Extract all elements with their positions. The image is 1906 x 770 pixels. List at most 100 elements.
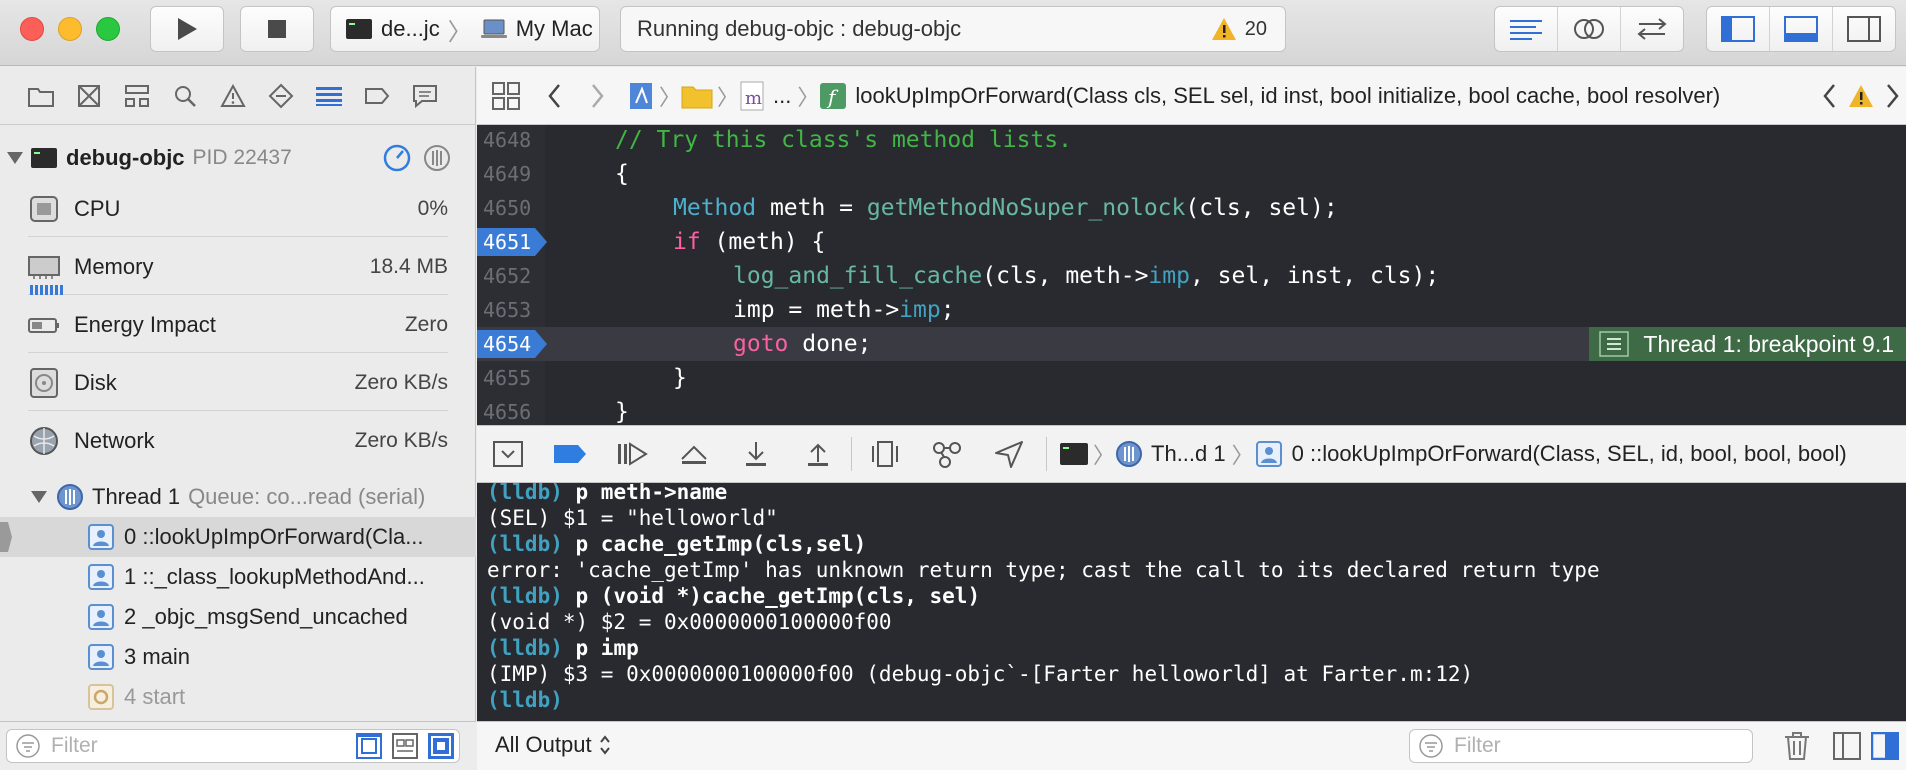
energy-gauge[interactable]: Energy Impact Zero xyxy=(28,297,448,353)
user-frame-icon xyxy=(88,524,114,550)
next-issue-chevron-icon[interactable] xyxy=(1882,82,1902,110)
network-gauge[interactable]: Network Zero KB/s xyxy=(28,413,448,469)
forward-chevron-icon[interactable] xyxy=(587,82,607,110)
console-input-line[interactable]: (lldb) xyxy=(487,687,563,713)
step-over-icon xyxy=(681,445,707,464)
find-navigator-tab[interactable] xyxy=(170,81,200,111)
zoom-window-button[interactable] xyxy=(96,17,120,41)
thread-queue-toggle-icon[interactable] xyxy=(422,143,452,173)
continue-button[interactable] xyxy=(601,425,663,483)
toggle-breakpoints-button[interactable] xyxy=(539,425,601,483)
disclosure-triangle-down-icon[interactable] xyxy=(30,489,48,505)
code-line[interactable]: 4651 if (meth) { xyxy=(477,225,1906,259)
line-number: 4652 xyxy=(483,264,532,288)
code-line[interactable]: 4655 } xyxy=(477,361,1906,395)
toggle-debug-area-button[interactable] xyxy=(1770,7,1833,51)
warnings-indicator[interactable]: 20 xyxy=(1211,17,1267,41)
breakpoint-annotation-badge[interactable]: Thread 1: breakpoint 9.1 xyxy=(1589,327,1906,361)
filter-crashed-threads-icon[interactable] xyxy=(355,732,383,760)
scheme-destination-selector[interactable]: de...jc 〉 My Mac xyxy=(330,6,600,52)
code-line[interactable]: 4656 } xyxy=(477,395,1906,425)
back-chevron-icon[interactable] xyxy=(545,82,565,110)
code-line[interactable]: 4653 imp = meth->imp; xyxy=(477,293,1906,327)
stack-frame-row[interactable]: 0 ::lookUpImpOrForward(Cla... xyxy=(0,517,476,557)
memory-graph-button[interactable] xyxy=(916,425,978,483)
code-line[interactable]: 4650 Method meth = getMethodNoSuper_nolo… xyxy=(477,191,1906,225)
standard-editor-button[interactable] xyxy=(1495,7,1558,51)
source-control-navigator-tab[interactable] xyxy=(74,81,104,111)
run-button[interactable] xyxy=(150,6,224,52)
m-source-file-icon[interactable]: m xyxy=(739,81,765,111)
filter-frames-icon[interactable] xyxy=(427,732,455,760)
project-file-icon[interactable] xyxy=(627,81,655,111)
warning-icon[interactable] xyxy=(1848,84,1874,108)
symbol-navigator-tab[interactable] xyxy=(122,81,152,111)
stack-frame-row[interactable]: 1 ::_class_lookupMethodAnd... xyxy=(0,557,476,597)
console-filter-input[interactable]: Filter xyxy=(1409,729,1753,763)
debug-thread-label[interactable]: Th...d 1 xyxy=(1151,441,1226,467)
console-command-line: (lldb) p meth->name xyxy=(487,483,728,504)
terminal-app-icon[interactable] xyxy=(1059,441,1089,467)
process-pid: PID 22437 xyxy=(192,146,292,169)
filter-threads-icon[interactable] xyxy=(391,732,419,760)
search-icon xyxy=(175,85,196,107)
line-number: 4653 xyxy=(483,298,532,322)
hide-debug-area-button[interactable] xyxy=(477,425,539,483)
code-line[interactable]: 4652 log_and_fill_cache(cls, meth->imp, … xyxy=(477,259,1906,293)
minimize-window-button[interactable] xyxy=(58,17,82,41)
close-window-button[interactable] xyxy=(20,17,44,41)
toggle-navigator-button[interactable] xyxy=(1707,7,1770,51)
simulate-location-button[interactable] xyxy=(978,425,1040,483)
disclosure-triangle-down-icon[interactable] xyxy=(6,150,24,166)
code-line[interactable]: 4648 // Try this class's method lists. xyxy=(477,125,1906,157)
gauge-name: Disk xyxy=(74,369,117,395)
trash-icon[interactable] xyxy=(1783,731,1811,761)
breakpoint-tag-icon xyxy=(554,445,586,463)
show-console-view-icon[interactable] xyxy=(1871,732,1899,760)
path-ellipsis[interactable]: ... xyxy=(773,83,791,109)
group-folder-icon[interactable] xyxy=(681,82,713,110)
stop-button[interactable] xyxy=(240,6,314,52)
step-over-button[interactable] xyxy=(663,425,725,483)
assistant-editor-button[interactable] xyxy=(1558,7,1621,51)
stack-frame-row[interactable]: 2 _objc_msgSend_uncached xyxy=(0,597,476,637)
path-separator-icon: 〉 xyxy=(717,84,740,110)
related-items-icon[interactable] xyxy=(491,81,523,111)
toggle-inspector-button[interactable] xyxy=(1833,7,1895,51)
view-hierarchy-button[interactable] xyxy=(854,425,916,483)
stack-frame-row[interactable]: 3 main xyxy=(0,637,476,677)
gauge-options-icon[interactable] xyxy=(382,143,412,173)
lldb-console[interactable]: (lldb) p meth->name (SEL) $1 = "hellowor… xyxy=(477,483,1906,721)
breakpoint-label: Thread 1: breakpoint 9.1 xyxy=(1643,330,1894,357)
console-bottom-bar: All Output Filter xyxy=(477,721,1906,770)
memory-graph-icon xyxy=(933,442,961,468)
test-navigator-tab[interactable] xyxy=(266,81,296,111)
view-toggle-group xyxy=(1706,6,1896,52)
debug-navigator-tab[interactable] xyxy=(314,81,344,111)
output-selector-popup[interactable]: All Output xyxy=(495,732,612,758)
step-out-button[interactable] xyxy=(787,425,849,483)
navigator-filter-bar: Filter xyxy=(0,721,476,770)
show-variables-view-icon[interactable] xyxy=(1833,732,1861,760)
source-editor[interactable]: 4648 // Try this class's method lists. 4… xyxy=(477,125,1906,425)
cpu-gauge[interactable]: CPU 0% xyxy=(28,181,448,237)
breakpoint-navigator-tab[interactable] xyxy=(362,81,392,111)
disk-gauge[interactable]: Disk Zero KB/s xyxy=(28,355,448,411)
issue-navigator-tab[interactable] xyxy=(218,81,248,111)
step-into-button[interactable] xyxy=(725,425,787,483)
stack-frame-row[interactable]: 4 start xyxy=(0,677,476,717)
version-editor-button[interactable] xyxy=(1621,7,1683,51)
thread-name: Thread 1 xyxy=(92,484,181,509)
project-navigator-tab[interactable] xyxy=(26,81,56,111)
line-number: 4654 xyxy=(483,332,532,356)
navigator-filter-input[interactable]: Filter xyxy=(6,729,460,763)
thread-row[interactable]: Thread 1 Queue: co...read (serial) xyxy=(30,477,470,517)
previous-issue-chevron-icon[interactable] xyxy=(1820,82,1840,110)
code-line[interactable]: 4649 { xyxy=(477,157,1906,191)
debug-frame-label[interactable]: 0 ::lookUpImpOrForward(Class, SEL, id, b… xyxy=(1292,441,1847,467)
process-row[interactable]: debug-objc PID 22437 xyxy=(6,141,466,175)
thread-icon[interactable] xyxy=(1115,440,1143,468)
memory-gauge[interactable]: Memory 18.4 MB xyxy=(28,239,448,295)
function-signature[interactable]: lookUpImpOrForward(Class cls, SEL sel, i… xyxy=(855,83,1720,109)
report-navigator-tab[interactable] xyxy=(410,81,440,111)
